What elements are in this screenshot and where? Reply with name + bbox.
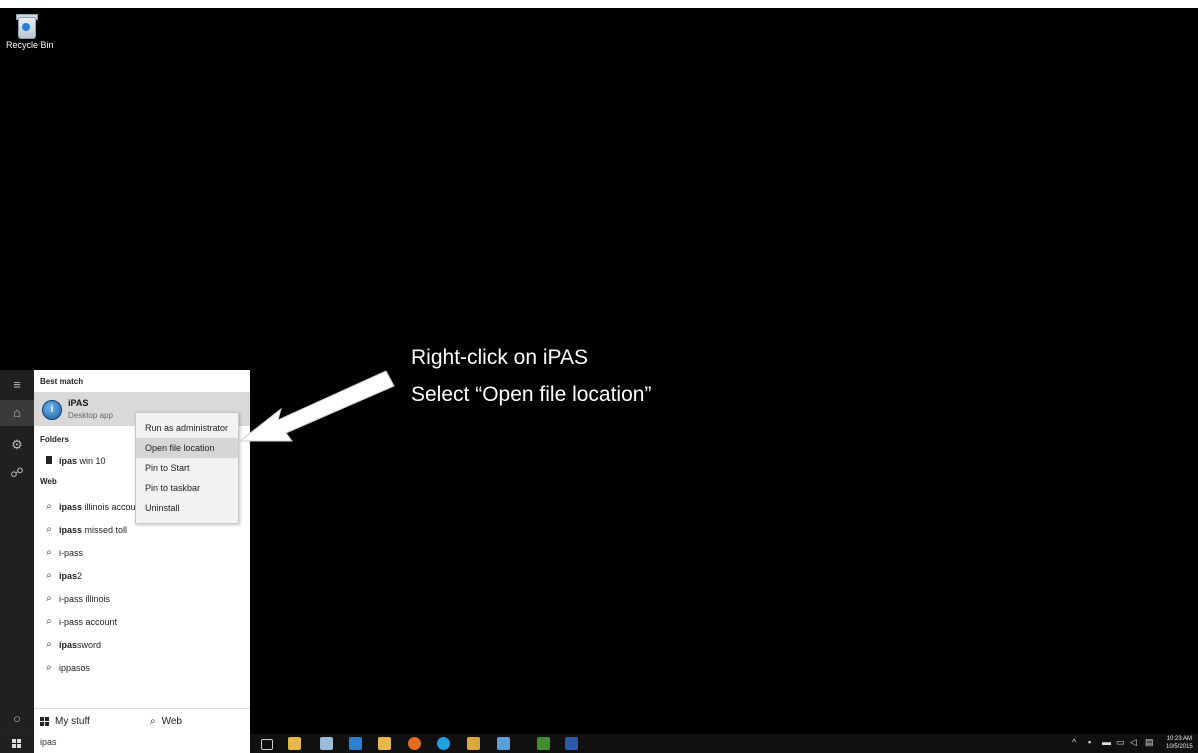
search-icon: ⌕ (46, 616, 52, 627)
search-icon: ⌕ (46, 662, 52, 673)
settings-icon[interactable]: ⚙ (0, 432, 34, 458)
search-icon: ⌕ (46, 501, 52, 512)
outlook-icon[interactable] (349, 737, 362, 750)
web-result[interactable]: ⌕ i-pass illinois (34, 588, 250, 610)
context-pin-to-start[interactable]: Pin to Start (136, 458, 238, 478)
chevron-up-icon[interactable]: ^ (1072, 737, 1076, 747)
top-strip (0, 0, 1198, 8)
folder-icon[interactable] (467, 737, 480, 750)
task-view-icon[interactable] (261, 739, 273, 750)
web-heading: Web (40, 477, 57, 486)
my-stuff-tab[interactable]: My stuff (40, 709, 90, 735)
context-run-as-admin[interactable]: Run as administrator (136, 418, 238, 438)
file-explorer-icon[interactable] (288, 737, 301, 750)
context-menu: Run as administrator Open file location … (135, 412, 239, 524)
folders-heading: Folders (40, 435, 69, 444)
search-icon: ⌕ (46, 570, 52, 581)
cortana-circle-icon[interactable]: ○ (0, 706, 34, 732)
taskbar: ipas ^ ▪ ▬ ▭ ◁ ▤ 10:23 AM 10/5/2015 (0, 734, 1198, 753)
monitor-icon[interactable]: ▭ (1116, 737, 1125, 748)
battery-icon[interactable]: ▬ (1102, 737, 1111, 747)
search-icon: ⌕ (46, 593, 52, 604)
best-match-subtitle: Desktop app (68, 411, 113, 420)
cloud-icon[interactable] (497, 737, 510, 750)
feedback-icon[interactable]: ☍ (0, 460, 34, 486)
search-box[interactable]: ipas (34, 734, 250, 753)
paint-icon[interactable] (320, 737, 333, 750)
clock-time: 10:23 AM (1166, 736, 1193, 742)
recycle-bin[interactable]: Recycle Bin (6, 14, 54, 50)
web-result[interactable]: ⌕ ippasos (34, 657, 250, 679)
web-result[interactable]: ⌕ i-pass account (34, 611, 250, 633)
context-uninstall[interactable]: Uninstall (136, 498, 238, 518)
clock[interactable]: 10:23 AM 10/5/2015 (1166, 735, 1193, 751)
windows-icon (12, 739, 21, 748)
windows-icon (40, 716, 49, 726)
web-result[interactable]: ⌕ ipas2 (34, 565, 250, 587)
results-filter-bar: My stuff ⌕ Web (34, 708, 250, 735)
recycle-bin-label: Recycle Bin (6, 40, 54, 50)
annotation-line-2: Select “Open file location” (411, 383, 652, 406)
best-match-name: iPAS (68, 398, 89, 408)
context-open-file-location[interactable]: Open file location (136, 438, 238, 458)
network-icon[interactable]: ▪ (1088, 737, 1091, 747)
search-icon: ⌕ (46, 524, 52, 535)
hamburger-icon[interactable]: ≡ (0, 372, 34, 398)
search-query: ipas (40, 737, 57, 747)
web-tab[interactable]: ⌕ Web (150, 709, 182, 735)
ipas-app-icon: i (42, 400, 62, 420)
photoshop-icon[interactable] (565, 737, 578, 750)
search-icon: ⌕ (46, 639, 52, 650)
file-manager-icon[interactable] (378, 737, 391, 750)
firefox-icon[interactable] (408, 737, 421, 750)
start-button[interactable] (0, 734, 34, 753)
search-icon: ⌕ (150, 716, 156, 727)
home-icon[interactable]: ⌂ (0, 400, 34, 426)
folder-icon (43, 450, 55, 472)
clock-date: 10/5/2015 (1166, 744, 1193, 750)
web-result[interactable]: ⌕ i-pass (34, 542, 250, 564)
web-result[interactable]: ⌕ ipassword (34, 634, 250, 656)
recycle-bin-icon (15, 14, 38, 39)
start-menu-rail: ≡ ⌂ ⚙ ☍ ○ (0, 370, 34, 734)
context-pin-to-taskbar[interactable]: Pin to taskbar (136, 478, 238, 498)
dreamweaver-icon[interactable] (537, 737, 550, 750)
best-match-heading: Best match (40, 377, 84, 386)
notification-icon[interactable]: ▤ (1145, 737, 1154, 748)
volume-icon[interactable]: ◁ (1130, 737, 1137, 748)
skype-icon[interactable] (437, 737, 450, 750)
search-icon: ⌕ (46, 547, 52, 558)
annotation-line-1: Right-click on iPAS (411, 346, 589, 369)
